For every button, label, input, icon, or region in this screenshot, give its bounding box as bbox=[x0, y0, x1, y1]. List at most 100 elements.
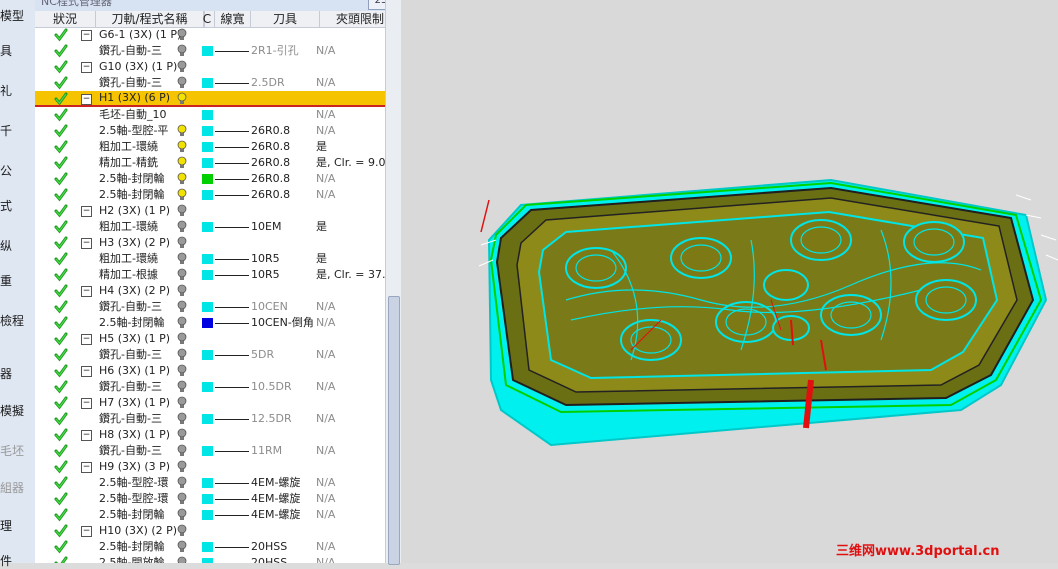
toolpath-color-swatch[interactable] bbox=[202, 318, 213, 328]
left-menu-item[interactable]: 檢程 bbox=[0, 312, 32, 329]
toolpath-color-swatch[interactable] bbox=[202, 46, 213, 56]
visibility-bulb-icon[interactable] bbox=[177, 28, 187, 42]
scrollbar-thumb[interactable] bbox=[388, 296, 400, 565]
visibility-bulb-icon[interactable] bbox=[177, 492, 187, 506]
toolpath-color-swatch[interactable] bbox=[202, 414, 213, 424]
toolpath-row[interactable]: 鑽孔-自動-三 10CEN N/A bbox=[35, 299, 400, 315]
toolpath-color-swatch[interactable] bbox=[202, 78, 213, 88]
collapse-toggle-icon[interactable]: − bbox=[81, 238, 92, 249]
toolpath-row[interactable]: 2.5軸-開放輪 20HSS N/A bbox=[35, 555, 400, 563]
toolpath-row[interactable]: 粗加工-環繞 10EM 是 bbox=[35, 219, 400, 235]
left-menu-item[interactable]: 公 bbox=[0, 162, 32, 179]
visibility-bulb-icon[interactable] bbox=[177, 44, 187, 58]
visibility-bulb-icon[interactable] bbox=[177, 380, 187, 394]
visibility-bulb-icon[interactable] bbox=[177, 140, 187, 154]
visibility-bulb-icon[interactable] bbox=[177, 540, 187, 554]
collapse-toggle-icon[interactable]: − bbox=[81, 526, 92, 537]
toolpath-color-swatch[interactable] bbox=[202, 494, 213, 504]
toolpath-row[interactable]: 粗加工-環繞 26R0.8 是 bbox=[35, 139, 400, 155]
left-menu-item[interactable]: 具 bbox=[0, 42, 32, 59]
toolpath-color-swatch[interactable] bbox=[202, 222, 213, 232]
toolpath-color-swatch[interactable] bbox=[202, 158, 213, 168]
toolpath-color-swatch[interactable] bbox=[202, 446, 213, 456]
visibility-bulb-icon[interactable] bbox=[177, 460, 187, 474]
visibility-bulb-icon[interactable] bbox=[177, 300, 187, 314]
program-group-row[interactable]: − G10 (3X) (1 P) bbox=[35, 59, 400, 75]
toolpath-color-swatch[interactable] bbox=[202, 126, 213, 136]
visibility-bulb-icon[interactable] bbox=[177, 364, 187, 378]
left-menu-item[interactable]: 模型 bbox=[0, 7, 32, 24]
toolpath-color-swatch[interactable] bbox=[202, 302, 213, 312]
visibility-bulb-icon[interactable] bbox=[177, 508, 187, 522]
visibility-bulb-icon[interactable] bbox=[177, 172, 187, 186]
program-group-row[interactable]: − H5 (3X) (1 P) bbox=[35, 331, 400, 347]
collapse-toggle-icon[interactable]: − bbox=[81, 366, 92, 377]
collapse-toggle-icon[interactable]: − bbox=[81, 334, 92, 345]
visibility-bulb-icon[interactable] bbox=[177, 412, 187, 426]
visibility-bulb-icon[interactable] bbox=[177, 524, 187, 538]
toolpath-row[interactable]: 2.5軸-型腔-環 4EM-螺旋 N/A bbox=[35, 475, 400, 491]
col-line-width[interactable]: 線寬 bbox=[215, 11, 251, 27]
left-menu-item[interactable]: 模擬 bbox=[0, 402, 32, 419]
program-group-row[interactable]: − H1 (3X) (6 P) bbox=[35, 91, 400, 107]
toolpath-color-swatch[interactable] bbox=[202, 510, 213, 520]
visibility-bulb-icon[interactable] bbox=[177, 268, 187, 282]
visibility-bulb-icon[interactable] bbox=[177, 76, 187, 90]
collapse-toggle-icon[interactable]: − bbox=[81, 286, 92, 297]
col-status[interactable]: 狀況 bbox=[35, 11, 96, 27]
left-menu-item[interactable]: 毛坯 bbox=[0, 442, 32, 459]
vertical-scrollbar[interactable] bbox=[385, 0, 401, 565]
toolpath-row[interactable]: 2.5軸-封閉輪 26R0.8 N/A bbox=[35, 187, 400, 203]
collapse-toggle-icon[interactable]: − bbox=[81, 94, 92, 105]
toolpath-row[interactable]: 鑽孔-自動-三 5DR N/A bbox=[35, 347, 400, 363]
visibility-bulb-icon[interactable] bbox=[177, 396, 187, 410]
toolpath-color-swatch[interactable] bbox=[202, 382, 213, 392]
left-menu-item[interactable]: 纵 bbox=[0, 237, 32, 254]
toolpath-color-swatch[interactable] bbox=[202, 254, 213, 264]
visibility-bulb-icon[interactable] bbox=[177, 252, 187, 266]
toolpath-color-swatch[interactable] bbox=[202, 270, 213, 280]
toolpath-row[interactable]: 2.5軸-型腔-平 26R0.8 N/A bbox=[35, 123, 400, 139]
toolpath-color-swatch[interactable] bbox=[202, 142, 213, 152]
program-group-row[interactable]: − H8 (3X) (1 P) bbox=[35, 427, 400, 443]
visibility-bulb-icon[interactable] bbox=[177, 284, 187, 298]
collapse-toggle-icon[interactable]: − bbox=[81, 430, 92, 441]
toolpath-row[interactable]: 精加工-根據 10R5 是, Clr. = 37.0 bbox=[35, 267, 400, 283]
left-menu-item[interactable]: 式 bbox=[0, 197, 32, 214]
visibility-bulb-icon[interactable] bbox=[177, 236, 187, 250]
left-menu-item[interactable]: 千 bbox=[0, 122, 32, 139]
visibility-bulb-icon[interactable] bbox=[177, 124, 187, 138]
program-group-row[interactable]: − H3 (3X) (2 P) bbox=[35, 235, 400, 251]
toolpath-row[interactable]: 鑽孔-自動-三 12.5DR N/A bbox=[35, 411, 400, 427]
visibility-bulb-icon[interactable] bbox=[177, 428, 187, 442]
visibility-bulb-icon[interactable] bbox=[177, 220, 187, 234]
toolpath-color-swatch[interactable] bbox=[202, 190, 213, 200]
visibility-bulb-icon[interactable] bbox=[177, 316, 187, 330]
visibility-bulb-icon[interactable] bbox=[177, 332, 187, 346]
visibility-bulb-icon[interactable] bbox=[177, 188, 187, 202]
toolpath-row[interactable]: 2.5軸-封閉輪 4EM-螺旋 N/A bbox=[35, 507, 400, 523]
toolpath-color-swatch[interactable] bbox=[202, 110, 213, 120]
col-toolpath-name[interactable]: 刀軌/程式名稱 bbox=[96, 11, 204, 27]
program-group-row[interactable]: − G6-1 (3X) (1 P) bbox=[35, 27, 400, 43]
visibility-bulb-icon[interactable] bbox=[177, 156, 187, 170]
program-group-row[interactable]: − H10 (3X) (2 P) bbox=[35, 523, 400, 539]
visibility-bulb-icon[interactable] bbox=[177, 556, 187, 563]
toolpath-color-swatch[interactable] bbox=[202, 174, 213, 184]
visibility-bulb-icon[interactable] bbox=[177, 60, 187, 74]
visibility-bulb-icon[interactable] bbox=[177, 348, 187, 362]
toolpath-row[interactable]: 鑽孔-自動-三 10.5DR N/A bbox=[35, 379, 400, 395]
collapse-toggle-icon[interactable]: − bbox=[81, 62, 92, 73]
left-menu-item[interactable]: 組器 bbox=[0, 479, 32, 496]
toolpath-row[interactable]: 鑽孔-自動-三 11RM N/A bbox=[35, 443, 400, 459]
collapse-toggle-icon[interactable]: − bbox=[81, 398, 92, 409]
program-group-row[interactable]: − H7 (3X) (1 P) bbox=[35, 395, 400, 411]
toolpath-color-swatch[interactable] bbox=[202, 542, 213, 552]
col-tool[interactable]: 刀具 bbox=[251, 11, 320, 27]
visibility-bulb-icon[interactable] bbox=[177, 444, 187, 458]
toolpath-row[interactable]: 粗加工-環繞 10R5 是 bbox=[35, 251, 400, 267]
toolpath-row[interactable]: 鑽孔-自動-三 2R1-引孔 N/A bbox=[35, 43, 400, 59]
left-menu-item[interactable]: 理 bbox=[0, 517, 32, 534]
3d-viewport[interactable] bbox=[401, 0, 1058, 563]
collapse-toggle-icon[interactable]: − bbox=[81, 462, 92, 473]
